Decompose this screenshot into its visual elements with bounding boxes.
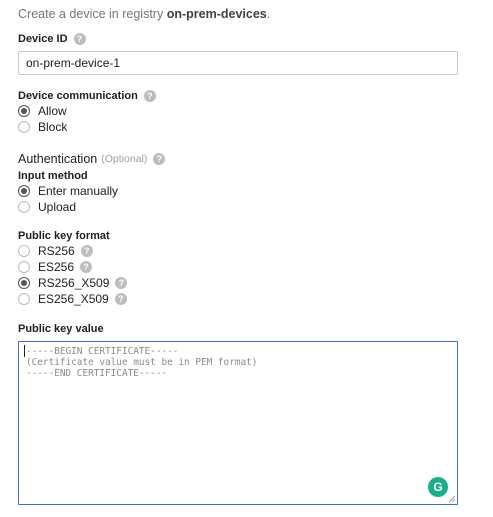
- radio-upload[interactable]: Upload: [18, 200, 76, 214]
- public-key-format-label-text: Public key format: [18, 230, 110, 242]
- radio-button-checked[interactable]: [18, 105, 30, 117]
- device-id-label: Device ID ?: [18, 33, 86, 45]
- radio-rs256-x509-label: RS256_X509: [38, 276, 110, 290]
- radio-button[interactable]: [18, 245, 30, 257]
- radio-block-label: Block: [38, 120, 68, 134]
- radio-rs256[interactable]: RS256 ?: [18, 244, 93, 258]
- help-icon[interactable]: ?: [114, 293, 127, 305]
- radio-button[interactable]: [18, 201, 30, 213]
- authentication-title: Authentication: [18, 152, 98, 166]
- radio-enter-manually[interactable]: Enter manually: [18, 184, 118, 198]
- radio-rs256-x509[interactable]: RS256_X509 ?: [18, 276, 128, 290]
- public-key-format-label: Public key format: [18, 230, 110, 242]
- placeholder-line: -----BEGIN CERTIFICATE-----: [26, 346, 179, 357]
- optional-note: (Optional): [101, 153, 148, 165]
- radio-es256-x509[interactable]: ES256_X509 ?: [18, 292, 127, 306]
- device-communication-label: Device communication ?: [18, 90, 156, 102]
- input-method-label: Input method: [18, 170, 88, 182]
- text-caret: [24, 345, 25, 357]
- grammarly-icon[interactable]: G: [428, 477, 448, 497]
- device-communication-label-text: Device communication: [18, 90, 138, 102]
- intro-text: Create a device in registry on-prem-devi…: [18, 7, 270, 21]
- radio-button-checked[interactable]: [18, 185, 30, 197]
- input-method-label-text: Input method: [18, 170, 88, 182]
- device-id-input[interactable]: on-prem-device-1: [18, 51, 458, 75]
- radio-button[interactable]: [18, 261, 30, 273]
- intro-suffix: .: [266, 7, 271, 21]
- placeholder-line: -----END CERTIFICATE-----: [26, 368, 168, 379]
- radio-button[interactable]: [18, 121, 30, 133]
- help-icon[interactable]: ?: [153, 153, 166, 165]
- radio-es256-label: ES256: [38, 260, 75, 274]
- help-icon[interactable]: ?: [115, 277, 128, 289]
- authentication-heading: Authentication (Optional) ?: [18, 152, 166, 166]
- placeholder-line: (Certificate value must be in PEM format…: [26, 357, 258, 368]
- radio-rs256-label: RS256: [38, 244, 75, 258]
- device-id-label-text: Device ID: [18, 33, 68, 45]
- public-key-value-label: Public key value: [18, 323, 104, 335]
- radio-upload-label: Upload: [38, 200, 77, 214]
- radio-button-checked[interactable]: [18, 277, 30, 289]
- help-icon[interactable]: ?: [80, 245, 93, 257]
- create-device-form: Create a device in registry on-prem-devi…: [0, 0, 493, 517]
- registry-name: on-prem-devices: [166, 7, 267, 21]
- radio-button[interactable]: [18, 293, 30, 305]
- resize-handle-icon[interactable]: [448, 495, 456, 503]
- public-key-textarea[interactable]: -----BEGIN CERTIFICATE----- (Certificate…: [18, 341, 458, 505]
- radio-allow[interactable]: Allow: [18, 104, 67, 118]
- radio-es256-x509-label: ES256_X509: [38, 292, 109, 306]
- radio-es256[interactable]: ES256 ?: [18, 260, 93, 274]
- radio-allow-label: Allow: [38, 104, 67, 118]
- public-key-value-label-text: Public key value: [18, 323, 104, 335]
- radio-block[interactable]: Block: [18, 120, 67, 134]
- help-icon[interactable]: ?: [73, 33, 86, 45]
- intro-prefix: Create a device in registry: [18, 7, 167, 21]
- radio-enter-manually-label: Enter manually: [38, 184, 119, 198]
- help-icon[interactable]: ?: [80, 261, 93, 273]
- help-icon[interactable]: ?: [143, 90, 156, 102]
